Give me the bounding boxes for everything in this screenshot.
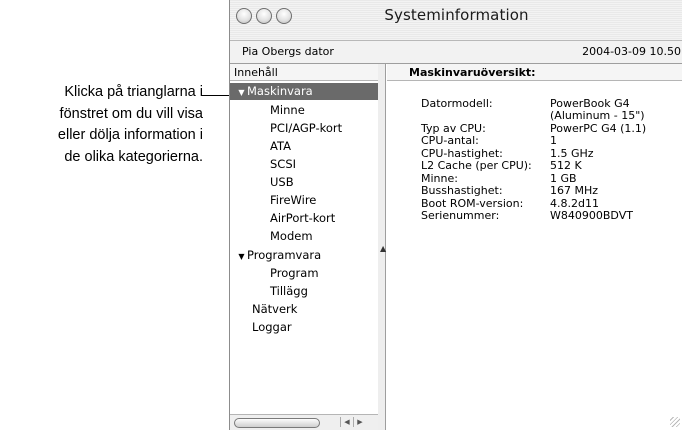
tree-item-label: Tillägg [270, 284, 308, 298]
key-bus-speed: Busshastighet: [421, 184, 503, 197]
tree-item-program[interactable]: Program [230, 265, 378, 282]
value-cpu-type: PowerPC G4 (1.1) [550, 122, 647, 135]
tree-item-usb[interactable]: USB [230, 174, 378, 191]
tree-item-maskinvara[interactable]: ▼ Maskinvara [230, 83, 378, 100]
value-serial: W840900BDVT [550, 209, 633, 222]
tree-item-label: PCI/AGP-kort [270, 121, 343, 135]
computer-name: Pia Obergs dator [242, 45, 334, 58]
tree-item-programvara[interactable]: ▼ Programvara [230, 247, 378, 264]
info-bar: Pia Obergs dator 2004-03-09 10.50 [230, 40, 682, 64]
tree-item-minne[interactable]: Minne [230, 102, 378, 119]
tree-item-scsi[interactable]: SCSI [230, 156, 378, 173]
tree-item-firewire[interactable]: FireWire [230, 192, 378, 209]
detail-header: Maskinvaruöversikt: [387, 64, 682, 81]
tree-item-pci-agp[interactable]: PCI/AGP-kort [230, 120, 378, 137]
detail-pane: Maskinvaruöversikt: Datormodell: PowerBo… [387, 64, 682, 430]
tree-item-label: Loggar [252, 320, 292, 334]
tree-item-label: AirPort-kort [270, 211, 336, 225]
value-l2-cache: 512 K [550, 159, 582, 172]
sidebar-header[interactable]: Innehåll [230, 64, 378, 81]
contents-sidebar: Innehåll ▼ Maskinvara Minne PCI/AGP-kort … [230, 64, 379, 430]
key-datormodell: Datormodell: [421, 97, 493, 110]
tree-item-label: Programvara [247, 248, 322, 262]
timestamp: 2004-03-09 10.50 [582, 45, 681, 58]
tree-item-label: ATA [270, 139, 291, 153]
system-information-window: Systeminformation Pia Obergs dator 2004-… [229, 0, 682, 430]
key-serial: Serienummer: [421, 209, 500, 222]
tree-item-ata[interactable]: ATA [230, 138, 378, 155]
tree-item-label: Nätverk [252, 302, 298, 316]
tree-item-label: Minne [270, 103, 305, 117]
key-l2-cache: L2 Cache (per CPU): [421, 159, 532, 172]
disclosure-triangle-icon[interactable]: ▼ [236, 248, 247, 265]
title-bar[interactable]: Systeminformation [230, 0, 682, 40]
window-title: Systeminformation [384, 6, 529, 24]
callout-line-3: eller dölja information i [57, 127, 203, 143]
value-bus-speed: 167 MHz [550, 184, 599, 197]
value-model-detail: (Aluminum - 15") [550, 109, 645, 122]
disclosure-triangle-icon[interactable]: ▼ [236, 84, 247, 101]
value-cpu-count: 1 [550, 134, 557, 147]
tree-item-label: USB [270, 175, 294, 189]
key-cpu-count: CPU-antal: [421, 134, 479, 147]
scroll-right-icon[interactable]: ▶ [353, 417, 366, 427]
tree-item-label: SCSI [270, 157, 297, 171]
tree-item-label: FireWire [270, 193, 317, 207]
tree-item-tillagg[interactable]: Tillägg [230, 283, 378, 300]
callout-line-4: de olika kategorierna. [64, 148, 203, 165]
tree-item-loggar[interactable]: Loggar [230, 319, 378, 336]
callout-line-1: Klicka på trianglarna i [64, 84, 203, 100]
tree-item-label: Modem [270, 229, 313, 243]
resize-grip-icon[interactable] [670, 417, 680, 427]
callout-text: Klicka på trianglarna i fönstret om du v… [0, 82, 203, 168]
tree-item-label: Maskinvara [247, 84, 313, 98]
splitter-arrow-icon[interactable]: ▲ [380, 244, 386, 253]
tree-item-airport[interactable]: AirPort-kort [230, 210, 378, 227]
tree-item-natverk[interactable]: Nätverk [230, 301, 378, 318]
scroll-left-icon[interactable]: ◀ [340, 417, 353, 427]
scrollbar-thumb[interactable] [234, 418, 320, 428]
tree-item-modem[interactable]: Modem [230, 228, 378, 245]
tree-item-label: Program [270, 266, 319, 280]
callout-line-2: fönstret om du vill visa [59, 105, 203, 122]
